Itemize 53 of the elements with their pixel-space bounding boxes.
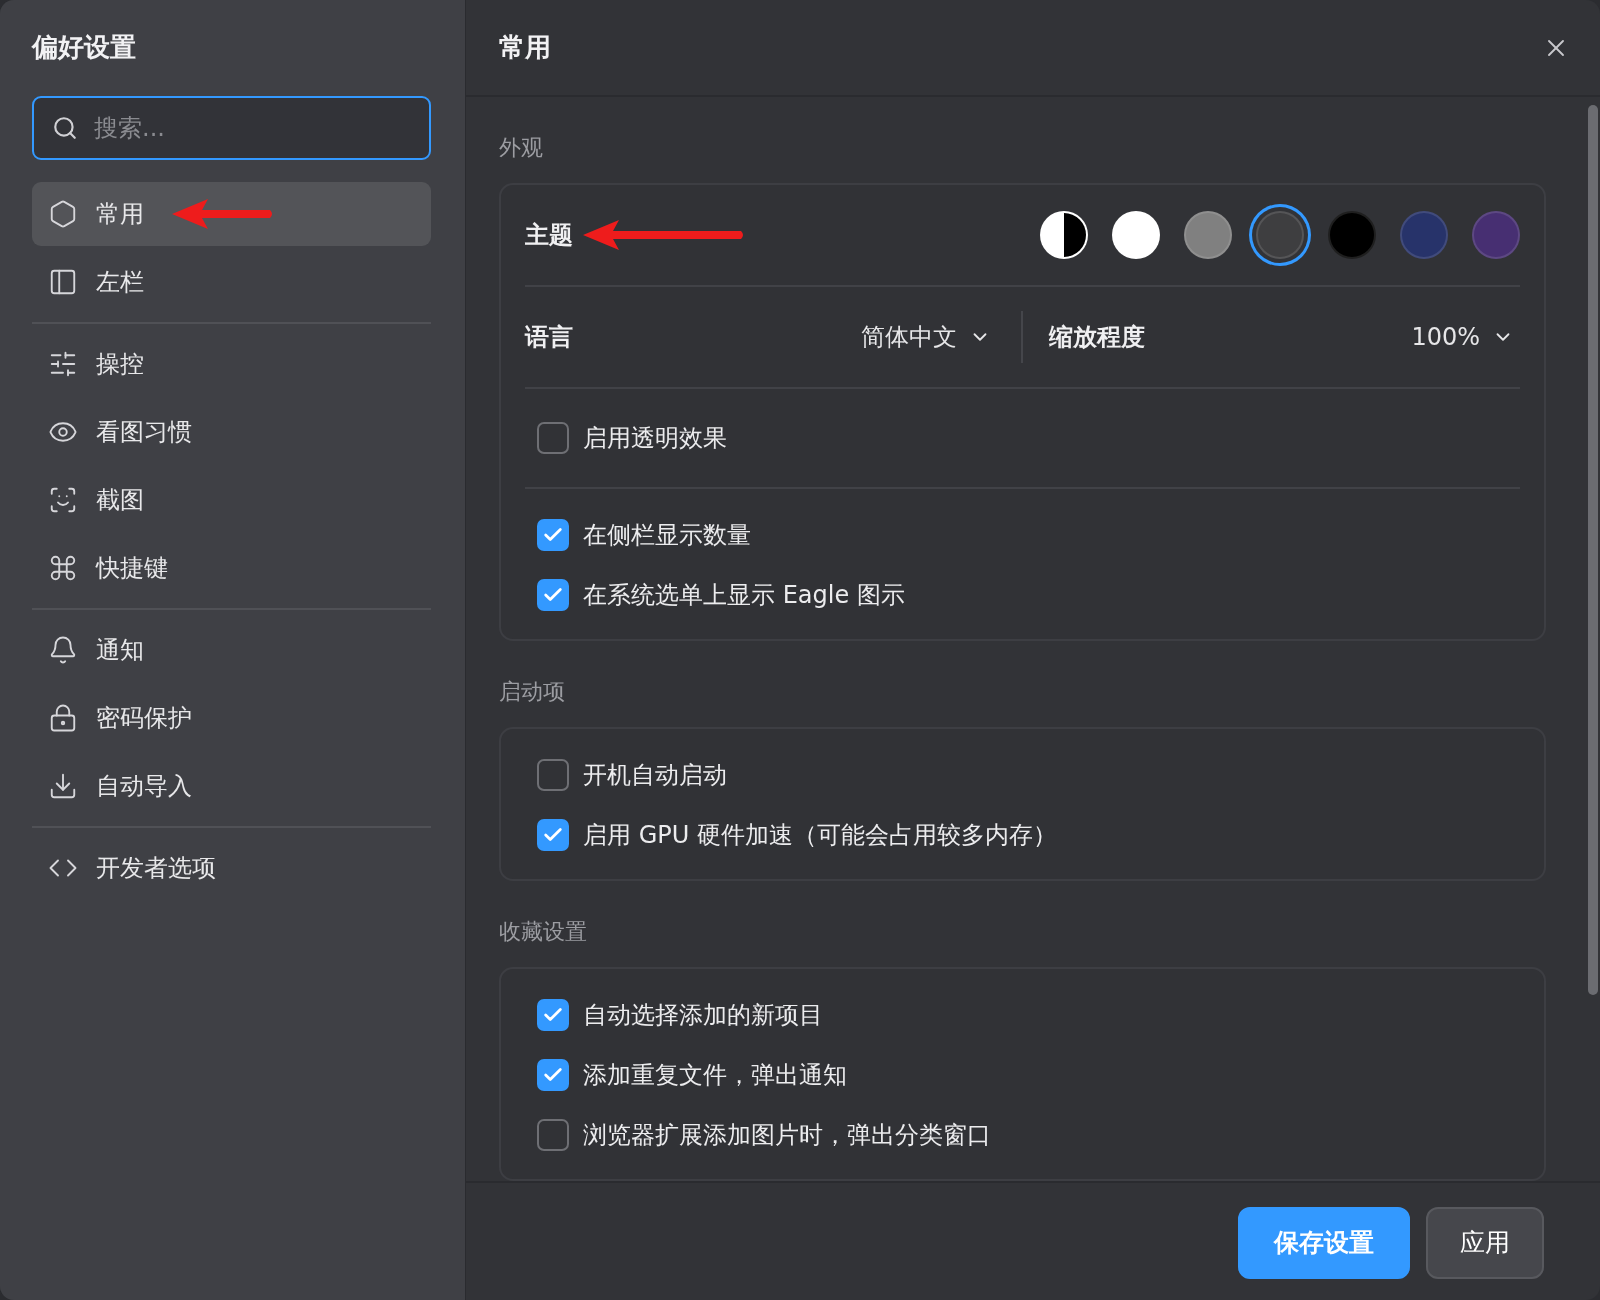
sidebar-item[interactable]: 看图习惯	[32, 400, 431, 464]
setting-label: 语言	[525, 322, 573, 353]
sidebar-item[interactable]: 左栏	[32, 250, 431, 314]
checkbox-label: 在系统选单上显示 Eagle 图示	[583, 580, 905, 611]
search-field[interactable]: 搜索...	[32, 96, 431, 160]
page-title: 常用	[499, 31, 551, 64]
panel-icon	[48, 267, 78, 297]
theme-swatch[interactable]	[1112, 211, 1160, 259]
checkbox[interactable]	[537, 999, 569, 1031]
sidebar-title: 偏好设置	[32, 31, 137, 64]
section-title: 启动项	[499, 678, 566, 706]
bell-icon	[48, 635, 78, 665]
checkbox-label: 开机自动启动	[583, 760, 727, 791]
section-title: 外观	[499, 134, 544, 162]
dropdown[interactable]: 简体中文	[860, 321, 991, 353]
setting-label: 缩放程度	[1048, 322, 1145, 353]
dropdown[interactable]: 100%	[1411, 323, 1514, 351]
sidebar-item[interactable]: 通知	[32, 618, 431, 682]
sidebar-item[interactable]: 常用	[32, 182, 431, 246]
checkbox-label: 自动选择添加的新项目	[583, 1000, 823, 1031]
section-title: 收藏设置	[499, 918, 588, 946]
checkbox-label: 启用透明效果	[583, 423, 727, 454]
checkbox[interactable]	[537, 422, 569, 454]
sidebar-item[interactable]: 开发者选项	[32, 836, 431, 900]
download-icon	[48, 771, 78, 801]
lock-icon	[48, 703, 78, 733]
sidebar-item[interactable]: 自动导入	[32, 754, 431, 818]
scrollbar-thumb[interactable]	[1588, 105, 1598, 995]
sidebar-item[interactable]: 截图	[32, 468, 431, 532]
hexagon-icon	[48, 199, 78, 229]
checkbox-label: 启用 GPU 硬件加速（可能会占用较多内存）	[583, 820, 1057, 851]
theme-swatch[interactable]	[1328, 211, 1376, 259]
search-icon	[52, 115, 78, 141]
apply-button[interactable]: 应用	[1426, 1206, 1544, 1279]
sidebar-item[interactable]: 密码保护	[32, 686, 431, 750]
theme-swatch[interactable]	[1040, 211, 1088, 259]
sliders-icon	[48, 349, 78, 379]
checkbox[interactable]	[537, 819, 569, 851]
checkbox-label: 浏览器扩展添加图片时，弹出分类窗口	[583, 1120, 991, 1151]
theme-swatch[interactable]	[1400, 211, 1448, 259]
checkbox-label: 在侧栏显示数量	[583, 520, 751, 551]
setting-label: 主题	[525, 220, 573, 251]
theme-swatch[interactable]	[1472, 211, 1520, 259]
checkbox[interactable]	[537, 579, 569, 611]
checkbox[interactable]	[537, 759, 569, 791]
checkbox[interactable]	[537, 519, 569, 551]
command-key-icon	[48, 553, 78, 583]
checkbox[interactable]	[537, 1119, 569, 1151]
sidebar-item[interactable]: 操控	[32, 332, 431, 396]
checkbox-label: 添加重复文件，弹出通知	[583, 1060, 847, 1091]
sidebar-item[interactable]: 快捷键	[32, 536, 431, 600]
theme-swatch[interactable]	[1184, 211, 1232, 259]
checkbox[interactable]	[537, 1059, 569, 1091]
